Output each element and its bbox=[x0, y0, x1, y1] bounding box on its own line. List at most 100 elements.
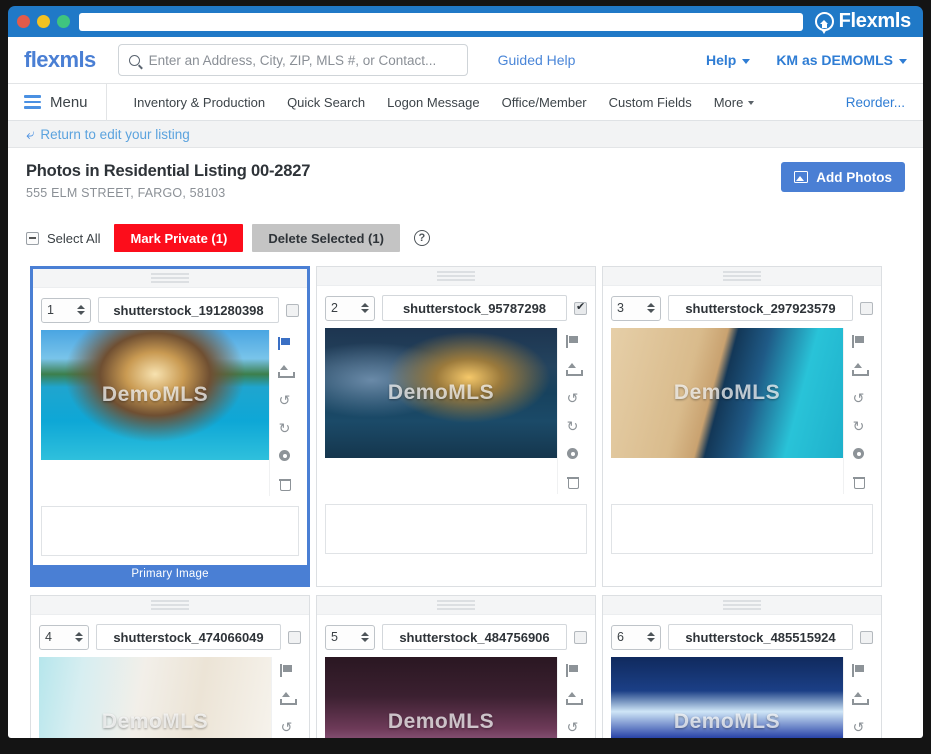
gear-icon[interactable] bbox=[277, 448, 292, 463]
stepper-arrows-icon[interactable] bbox=[77, 305, 85, 315]
rotate-left-icon[interactable]: ↺ bbox=[851, 390, 866, 405]
nav-item-office-member[interactable]: Office/Member bbox=[491, 95, 598, 110]
photo-thumbnail[interactable]: DemoMLS bbox=[41, 330, 269, 460]
photo-card[interactable]: 1 shutterstock_191280398 DemoMLS ↺ ↻ Primary … bbox=[30, 266, 310, 587]
card-drag-handle[interactable] bbox=[33, 269, 307, 288]
nav-item-quick-search[interactable]: Quick Search bbox=[276, 95, 376, 110]
photo-card[interactable]: 4 shutterstock_474066049 DemoMLS↺↻ bbox=[30, 595, 310, 738]
upload-icon[interactable] bbox=[277, 364, 295, 379]
rotate-left-icon[interactable]: ↺ bbox=[565, 719, 580, 734]
photo-name-field[interactable]: shutterstock_297923579 bbox=[668, 295, 853, 321]
card-drag-handle[interactable] bbox=[31, 596, 309, 615]
photo-order-stepper[interactable]: 6 bbox=[611, 624, 661, 650]
flag-icon[interactable] bbox=[279, 663, 294, 678]
photo-card[interactable]: 6 shutterstock_485515924 DemoMLS↺↻ bbox=[602, 595, 882, 738]
photo-order-value: 6 bbox=[617, 630, 624, 644]
delete-selected-button[interactable]: Delete Selected (1) bbox=[252, 224, 400, 252]
grip-icon bbox=[437, 271, 475, 281]
gear-icon[interactable] bbox=[851, 446, 866, 461]
search-input[interactable] bbox=[148, 52, 457, 68]
photo-thumbnail[interactable]: DemoMLS bbox=[325, 328, 557, 458]
trash-icon[interactable] bbox=[565, 474, 580, 489]
rotate-left-icon[interactable]: ↺ bbox=[279, 719, 294, 734]
address-bar[interactable] bbox=[79, 12, 803, 31]
flag-icon[interactable] bbox=[851, 663, 866, 678]
upload-icon[interactable] bbox=[279, 691, 297, 706]
select-all-label[interactable]: Select All bbox=[47, 231, 100, 246]
upload-icon[interactable] bbox=[565, 691, 583, 706]
photo-thumbnail[interactable]: DemoMLS bbox=[39, 657, 271, 738]
rotate-left-icon[interactable]: ↺ bbox=[277, 392, 292, 407]
photo-select-checkbox[interactable] bbox=[574, 300, 587, 315]
menu-button[interactable]: Menu bbox=[24, 83, 107, 121]
photo-caption-input[interactable] bbox=[325, 504, 587, 554]
photo-thumbnail[interactable]: DemoMLS bbox=[611, 657, 843, 738]
reorder-link[interactable]: Reorder... bbox=[846, 95, 905, 110]
trash-icon[interactable] bbox=[277, 476, 292, 491]
stepper-arrows-icon[interactable] bbox=[75, 632, 83, 642]
photo-order-stepper[interactable]: 2 bbox=[325, 295, 375, 321]
stepper-arrows-icon[interactable] bbox=[647, 303, 655, 313]
rotate-left-icon[interactable]: ↺ bbox=[851, 719, 866, 734]
flag-icon[interactable] bbox=[851, 334, 866, 349]
select-all-checkbox[interactable] bbox=[26, 231, 39, 245]
photo-name-field[interactable]: shutterstock_485515924 bbox=[668, 624, 853, 650]
photo-card[interactable]: 5 shutterstock_484756906 DemoMLS↺↻ bbox=[316, 595, 596, 738]
photo-name-field[interactable]: shutterstock_191280398 bbox=[98, 297, 279, 323]
guided-help-link[interactable]: Guided Help bbox=[498, 52, 576, 68]
rotate-right-icon[interactable]: ↻ bbox=[565, 418, 580, 433]
photo-order-stepper[interactable]: 4 bbox=[39, 624, 89, 650]
photo-card[interactable]: 3 shutterstock_297923579 DemoMLS ↺ ↻ bbox=[602, 266, 882, 587]
photo-order-stepper[interactable]: 5 bbox=[325, 624, 375, 650]
photo-name-field[interactable]: shutterstock_95787298 bbox=[382, 295, 567, 321]
help-menu[interactable]: Help bbox=[706, 52, 751, 68]
card-drag-handle[interactable] bbox=[603, 267, 881, 286]
rotate-left-icon[interactable]: ↺ bbox=[565, 390, 580, 405]
flexmls-logo[interactable]: flexmls bbox=[24, 47, 96, 73]
card-drag-handle[interactable] bbox=[317, 267, 595, 286]
photo-select-checkbox[interactable] bbox=[860, 301, 873, 315]
photo-select-checkbox[interactable] bbox=[288, 630, 301, 644]
minimize-dot-icon[interactable] bbox=[37, 15, 50, 28]
photo-thumbnail[interactable]: DemoMLS bbox=[611, 328, 843, 458]
help-icon[interactable]: ? bbox=[413, 230, 430, 246]
photo-caption-input[interactable] bbox=[41, 506, 299, 556]
photo-name-field[interactable]: shutterstock_484756906 bbox=[382, 624, 567, 650]
zoom-dot-icon[interactable] bbox=[57, 15, 70, 28]
photo-thumbnail[interactable]: DemoMLS bbox=[325, 657, 557, 738]
photo-card[interactable]: 2 shutterstock_95787298 DemoMLS ↺ ↻ bbox=[316, 266, 596, 587]
gear-icon[interactable] bbox=[565, 446, 580, 461]
photo-select-checkbox[interactable] bbox=[574, 630, 587, 644]
upload-icon[interactable] bbox=[565, 362, 583, 377]
trash-icon[interactable] bbox=[851, 474, 866, 489]
flag-icon[interactable] bbox=[277, 336, 292, 351]
return-to-edit-link[interactable]: Return to edit your listing bbox=[40, 127, 189, 142]
card-drag-handle[interactable] bbox=[603, 596, 881, 615]
nav-item-label: Inventory & Production bbox=[133, 94, 266, 110]
card-drag-handle[interactable] bbox=[317, 596, 595, 615]
upload-icon[interactable] bbox=[851, 691, 869, 706]
nav-item-inventory-production[interactable]: Inventory & Production bbox=[123, 95, 277, 110]
stepper-arrows-icon[interactable] bbox=[361, 632, 369, 642]
photo-caption-input[interactable] bbox=[611, 504, 873, 554]
rotate-right-icon[interactable]: ↻ bbox=[277, 420, 292, 435]
upload-icon[interactable] bbox=[851, 362, 869, 377]
stepper-arrows-icon[interactable] bbox=[361, 303, 369, 313]
stepper-arrows-icon[interactable] bbox=[647, 632, 655, 642]
close-dot-icon[interactable] bbox=[17, 15, 30, 28]
mark-private-button[interactable]: Mark Private (1) bbox=[114, 224, 244, 252]
photo-order-stepper[interactable]: 3 bbox=[611, 295, 661, 321]
nav-item-more[interactable]: More bbox=[703, 95, 766, 110]
photo-select-checkbox[interactable] bbox=[860, 630, 873, 644]
flag-icon[interactable] bbox=[565, 663, 580, 678]
photo-order-stepper[interactable]: 1 bbox=[41, 297, 91, 323]
flag-icon[interactable] bbox=[565, 334, 580, 349]
nav-item-custom-fields[interactable]: Custom Fields bbox=[598, 95, 703, 110]
photo-select-checkbox[interactable] bbox=[286, 303, 299, 317]
account-menu[interactable]: KM as DEMOMLS bbox=[776, 52, 907, 68]
rotate-right-icon[interactable]: ↻ bbox=[851, 418, 866, 433]
photo-name-field[interactable]: shutterstock_474066049 bbox=[96, 624, 281, 650]
search-box[interactable] bbox=[117, 44, 468, 76]
add-photos-button[interactable]: Add Photos bbox=[781, 162, 905, 192]
nav-item-logon-message[interactable]: Logon Message bbox=[376, 95, 491, 110]
